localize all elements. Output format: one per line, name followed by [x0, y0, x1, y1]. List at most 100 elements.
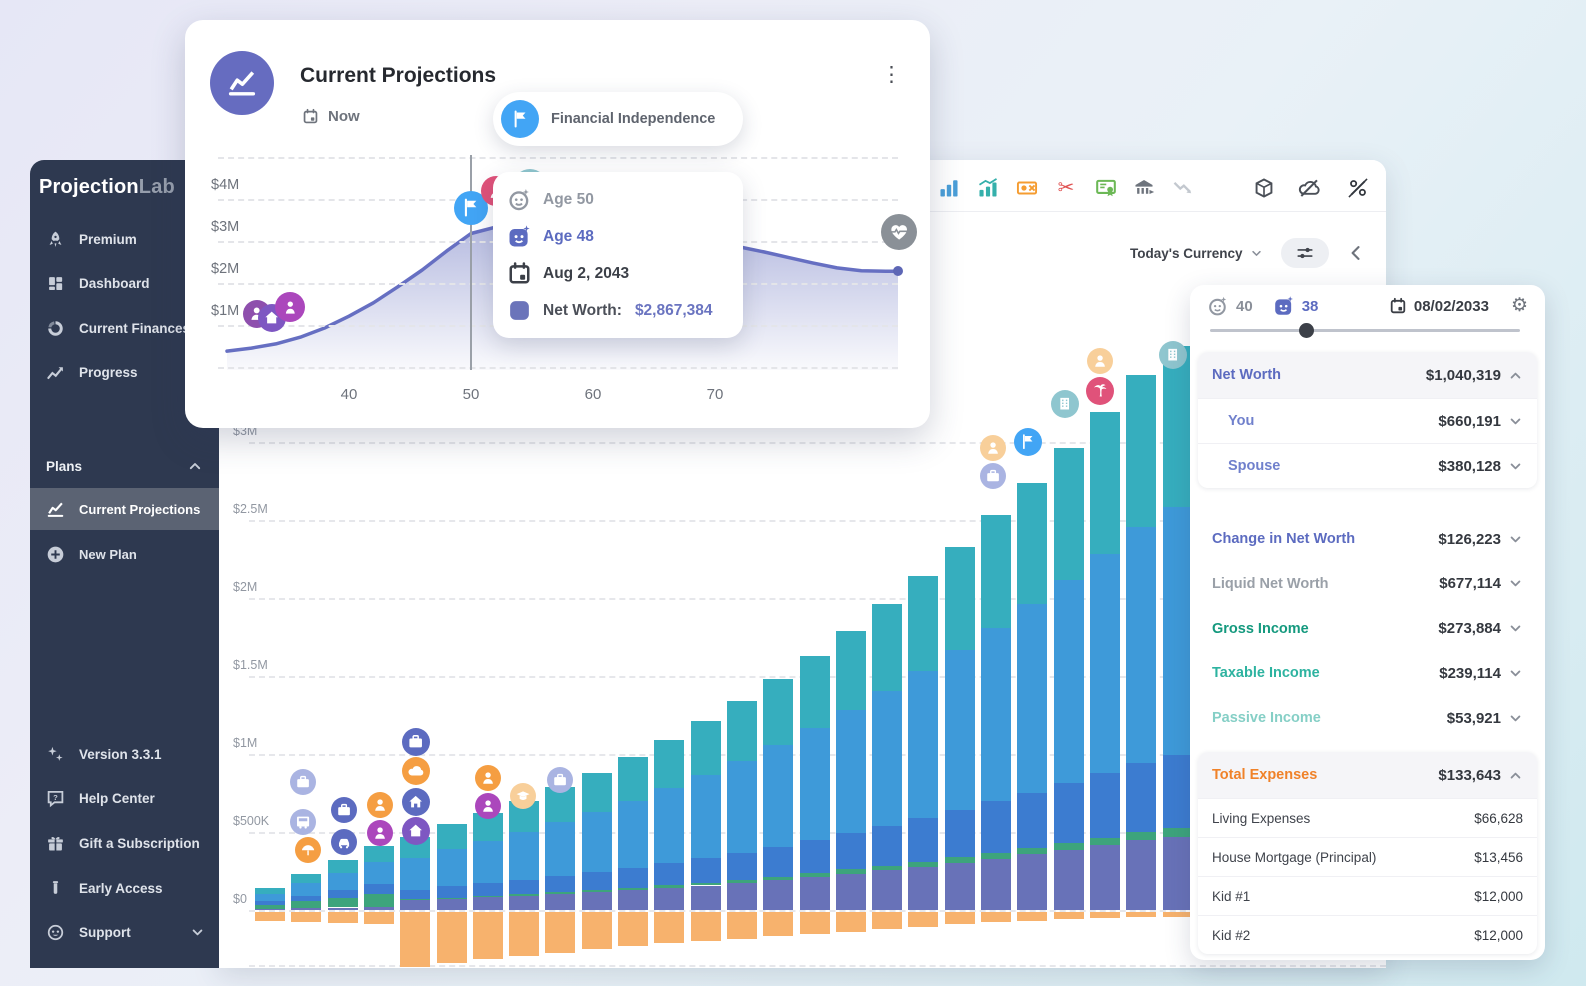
- x-axis-label: 50: [454, 386, 488, 403]
- building-icon[interactable]: [1159, 341, 1187, 369]
- bar-segment: [836, 874, 866, 910]
- briefcase-icon[interactable]: [331, 797, 357, 823]
- net-worth-header-row[interactable]: Net Worth $1,040,319: [1198, 352, 1537, 398]
- sidebar-section-plans[interactable]: Plans: [30, 448, 219, 484]
- bar-segment: [1163, 828, 1193, 836]
- child-icon[interactable]: [275, 292, 305, 322]
- row-value: $13,456: [1474, 850, 1523, 865]
- bar-segment-negative: [473, 912, 503, 959]
- home-icon[interactable]: [402, 788, 430, 816]
- metric-row-gross-income[interactable]: Gross Income$273,884: [1198, 607, 1537, 651]
- car-icon[interactable]: [331, 829, 357, 855]
- rocket-icon: [46, 230, 65, 249]
- metric-row-passive-income[interactable]: Passive Income$53,921: [1198, 696, 1537, 740]
- bar-segment: [364, 884, 394, 894]
- person-icon[interactable]: [367, 820, 393, 846]
- bus-icon[interactable]: [290, 809, 316, 835]
- umbrella-icon[interactable]: [295, 837, 321, 863]
- row-label: Living Expenses: [1212, 811, 1310, 826]
- briefcase-icon[interactable]: [980, 463, 1006, 489]
- plus-icon: [46, 545, 65, 564]
- bar-segment: [509, 880, 539, 894]
- bar-segment: [255, 894, 285, 902]
- timeline-slider[interactable]: [1210, 329, 1520, 332]
- person-icon[interactable]: [1087, 348, 1113, 374]
- total-expenses-header-row[interactable]: Total Expenses $133,643: [1198, 752, 1537, 798]
- person-icon[interactable]: [367, 792, 393, 818]
- flag-icon[interactable]: [1014, 428, 1042, 456]
- sidebar-item-early-access[interactable]: Early Access: [30, 868, 219, 908]
- bar-segment: [763, 880, 793, 910]
- stacked-bar[interactable]: [981, 160, 1011, 968]
- tooltip-row-label: Aug 2, 2043: [543, 265, 629, 283]
- bar-segment: [618, 888, 648, 890]
- net-worth-sub-row-spouse[interactable]: Spouse$380,128: [1198, 443, 1537, 488]
- stacked-bar[interactable]: [1163, 160, 1193, 968]
- sidebar-item-version-3-3-1[interactable]: Version 3.3.1: [30, 734, 219, 774]
- timeline-slider-handle[interactable]: [1299, 323, 1314, 338]
- value-text: $380,128: [1438, 458, 1501, 475]
- row-label: You: [1228, 413, 1254, 429]
- sidebar-item-help-center[interactable]: ?Help Center: [30, 779, 219, 819]
- stacked-bar[interactable]: [1017, 160, 1047, 968]
- row-value: $12,000: [1474, 928, 1523, 943]
- home-search-icon[interactable]: [402, 817, 430, 845]
- bar-segment: [328, 860, 358, 872]
- sidebar-item-current-projections[interactable]: Current Projections: [30, 488, 219, 530]
- trend-icon: [46, 363, 65, 382]
- graduation-icon[interactable]: [510, 783, 536, 809]
- bar-segment: [582, 773, 612, 812]
- panel-date: 08/02/2033: [1414, 298, 1489, 315]
- sidebar-item-new-plan[interactable]: New Plan: [30, 533, 219, 575]
- row-label: Change in Net Worth: [1212, 531, 1355, 547]
- bar-segment: [364, 907, 394, 910]
- person-icon[interactable]: [475, 765, 501, 791]
- row-value: $677,114: [1439, 575, 1523, 592]
- briefcase-icon[interactable]: [402, 728, 430, 756]
- briefcase-icon[interactable]: [290, 769, 316, 795]
- bar-segment: [1163, 346, 1193, 507]
- bar-segment: [291, 874, 321, 883]
- bar-segment: [654, 888, 684, 910]
- person-icon[interactable]: [980, 435, 1006, 461]
- sidebar-item-gift-a-subscription[interactable]: Gift a Subscription: [30, 823, 219, 863]
- metric-row-taxable-income[interactable]: Taxable Income$239,114: [1198, 651, 1537, 695]
- stacked-bar[interactable]: [1090, 160, 1120, 968]
- sidebar-item-support[interactable]: Support: [30, 913, 219, 953]
- person-icon[interactable]: [475, 793, 501, 819]
- bar-segment: [1054, 783, 1084, 843]
- stacked-bar[interactable]: [945, 160, 975, 968]
- metric-row-change-in-net-worth[interactable]: Change in Net Worth$126,223: [1198, 517, 1537, 561]
- stacked-bar[interactable]: [1126, 160, 1156, 968]
- heartbeat-icon[interactable]: [881, 214, 917, 250]
- swatch-icon: [507, 298, 532, 323]
- age-you-value: 40: [1236, 298, 1253, 315]
- building-icon[interactable]: [1051, 390, 1079, 418]
- palm-icon[interactable]: [1086, 377, 1114, 405]
- bar-segment: [836, 869, 866, 873]
- stacked-bar[interactable]: [1054, 160, 1084, 968]
- bar-segment: [908, 576, 938, 671]
- bar-segment: [1163, 837, 1193, 910]
- logo-part-1: Projection: [39, 176, 139, 198]
- metric-row-liquid-net-worth[interactable]: Liquid Net Worth$677,114: [1198, 562, 1537, 606]
- value-text: $660,191: [1438, 413, 1501, 430]
- y-axis-label: $2M: [233, 580, 257, 594]
- expense-row-kid--1: Kid #1$12,000: [1198, 876, 1537, 915]
- panel-header: 40 38 08/02/2033 ⚙: [1190, 293, 1545, 319]
- bar-segment: [1017, 854, 1047, 910]
- bar-segment: [727, 880, 757, 883]
- bar-segment: [908, 862, 938, 867]
- chart-cursor[interactable]: [470, 155, 472, 370]
- value-text: $53,921: [1447, 710, 1501, 727]
- bar-segment: [618, 890, 648, 910]
- cloud-icon[interactable]: [402, 757, 430, 785]
- bar-segment: [1054, 850, 1084, 910]
- gear-icon[interactable]: ⚙: [1511, 295, 1528, 317]
- bar-segment: [1017, 848, 1047, 854]
- net-worth-sub-row-you[interactable]: You $660,191: [1198, 398, 1537, 443]
- bar-segment: [618, 757, 648, 801]
- chevron-down-icon: [1508, 576, 1523, 591]
- briefcase-icon[interactable]: [547, 767, 573, 793]
- bar-segment-negative: [291, 912, 321, 922]
